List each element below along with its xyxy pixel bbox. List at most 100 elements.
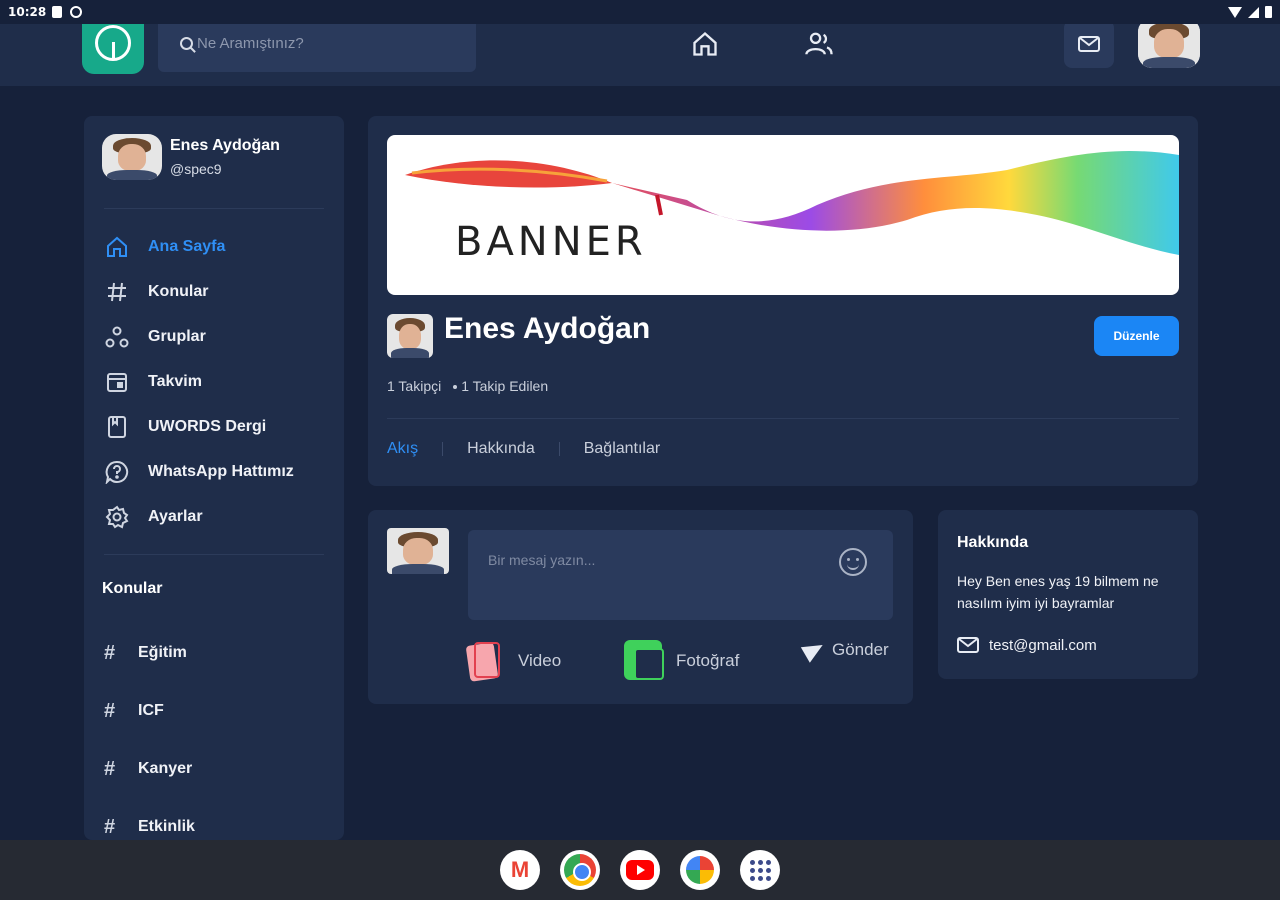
sidebar-item-label: WhatsApp Hattımız [148,462,294,480]
battery-icon [1265,6,1272,18]
hash-icon: # [104,641,116,664]
photo-button[interactable]: Fotoğraf [624,640,739,682]
topic-item[interactable]: # ICF [104,682,195,740]
sidebar-item-settings[interactable]: Ayarlar [104,494,294,539]
hash-icon [104,279,130,305]
youtube-app[interactable] [620,850,660,890]
email-text: test@gmail.com [989,636,1097,654]
sim-icon [52,6,63,18]
app-drawer-button[interactable] [740,850,780,890]
sidebar-profile[interactable]: Enes Aydoğan @spec9 [102,134,280,180]
hash-icon: # [104,699,116,722]
follow-stats: 1 Takipçi 1 Takip Edilen [387,378,548,394]
book-icon [104,414,130,440]
profile-banner: BANNER [387,135,1179,295]
about-email[interactable]: test@gmail.com [957,636,1097,654]
signal-icon [1248,6,1259,18]
tab-separator [442,442,444,456]
feather-rainbow-graphic [405,150,1179,255]
chrome-icon [564,854,596,886]
sidebar-item-label: Ana Sayfa [148,237,226,255]
settings-status-icon [70,6,83,18]
topic-item[interactable]: # Eğitim [104,624,195,682]
photo-label: Fotoğraf [676,651,740,670]
sidebar-item-calendar[interactable]: Takvim [104,359,294,404]
banner-text: BANNER [455,219,647,265]
send-button[interactable]: Gönder [800,637,889,663]
messages-button[interactable] [1064,20,1114,68]
user-avatar[interactable] [1138,18,1200,68]
hash-icon: # [104,757,116,780]
profile-tabs: Akış Hakkında Bağlantılar [387,440,660,458]
status-bar: 10:28 [0,0,1280,24]
sidebar-user-name: Enes Aydoğan [170,137,280,154]
message-placeholder: Bir mesaj yazın... [488,552,596,568]
sidebar-item-label: UWORDS Dergi [148,417,267,435]
profile-name: Enes Aydoğan [444,312,651,345]
photos-icon [686,856,714,884]
youtube-icon [626,860,654,880]
followers-count[interactable]: 1 Takipçi [387,378,441,394]
sidebar-item-magazine[interactable]: UWORDS Dergi [104,404,294,449]
avatar [102,134,162,180]
topic-item[interactable]: # Kanyer [104,740,195,798]
tree-logo-icon [95,25,131,61]
emoji-icon[interactable] [839,548,867,576]
gmail-icon: M [510,857,530,882]
gear-icon [104,504,130,530]
photos-app[interactable] [680,850,720,890]
avatar [387,314,433,358]
video-button[interactable]: Video [465,640,562,682]
video-label: Video [518,651,562,670]
sidebar-item-whatsapp[interactable]: WhatsApp Hattımız [104,449,294,494]
tab-feed[interactable]: Akış [387,440,418,458]
search-input[interactable] [197,34,457,52]
sidebar-item-label: Ayarlar [148,507,203,525]
topic-label: Eğitim [138,644,187,661]
search-icon [180,36,193,50]
sidebar-item-topics[interactable]: Konular [104,269,294,314]
sidebar-item-label: Gruplar [148,327,206,345]
status-time: 10:28 [8,5,47,19]
gmail-app[interactable]: M [500,850,540,890]
about-heading: Hakkında [957,534,1029,551]
sidebar-user-handle: @spec9 [170,161,222,177]
topic-label: ICF [138,702,164,719]
sidebar-menu: Ana Sayfa Konular Gruplar Takvim UWORDS … [104,224,294,539]
app-grid-icon [749,859,771,881]
home-icon [693,31,717,56]
sidebar-item-groups[interactable]: Gruplar [104,314,294,359]
mail-icon [1078,36,1100,52]
topic-label: Kanyer [138,760,193,777]
tab-connections[interactable]: Bağlantılar [584,440,661,458]
video-icon [465,640,502,682]
topics-list: # Eğitim # ICF # Kanyer # Etkinlik [104,624,195,840]
about-card: Hakkında Hey Ben enes yaş 19 bilmem ne n… [938,510,1198,679]
friends-nav-button[interactable] [803,28,835,60]
avatar [387,528,449,574]
divider [104,208,324,209]
groups-icon [104,324,130,350]
following-count[interactable]: 1 Takip Edilen [461,378,548,394]
sidebar-item-home[interactable]: Ana Sayfa [104,224,294,269]
tab-about[interactable]: Hakkında [467,440,535,458]
help-icon [104,459,130,485]
topic-label: Etkinlik [138,818,195,835]
message-input[interactable]: Bir mesaj yazın... [468,530,893,620]
dot-separator [453,385,458,390]
post-composer: Bir mesaj yazın... Video Fotoğraf Gönder [368,510,913,704]
topic-item[interactable]: # Etkinlik [104,798,195,840]
divider [387,418,1179,419]
app-dock: M [0,840,1280,900]
calendar-icon [104,369,130,395]
edit-profile-button[interactable]: Düzenle [1094,316,1179,356]
about-bio: Hey Ben enes yaş 19 bilmem ne nasılım iy… [957,573,1159,611]
hash-icon: # [104,815,116,838]
send-icon [800,637,828,663]
top-navbar [0,12,1280,86]
topics-heading: Konular [102,580,163,597]
chrome-app[interactable] [560,850,600,890]
home-nav-button[interactable] [689,28,721,60]
profile-card: BANNER Enes Aydoğan Düzenle 1 Takipçi 1 T… [368,116,1198,486]
sidebar-item-label: Takvim [148,372,202,390]
